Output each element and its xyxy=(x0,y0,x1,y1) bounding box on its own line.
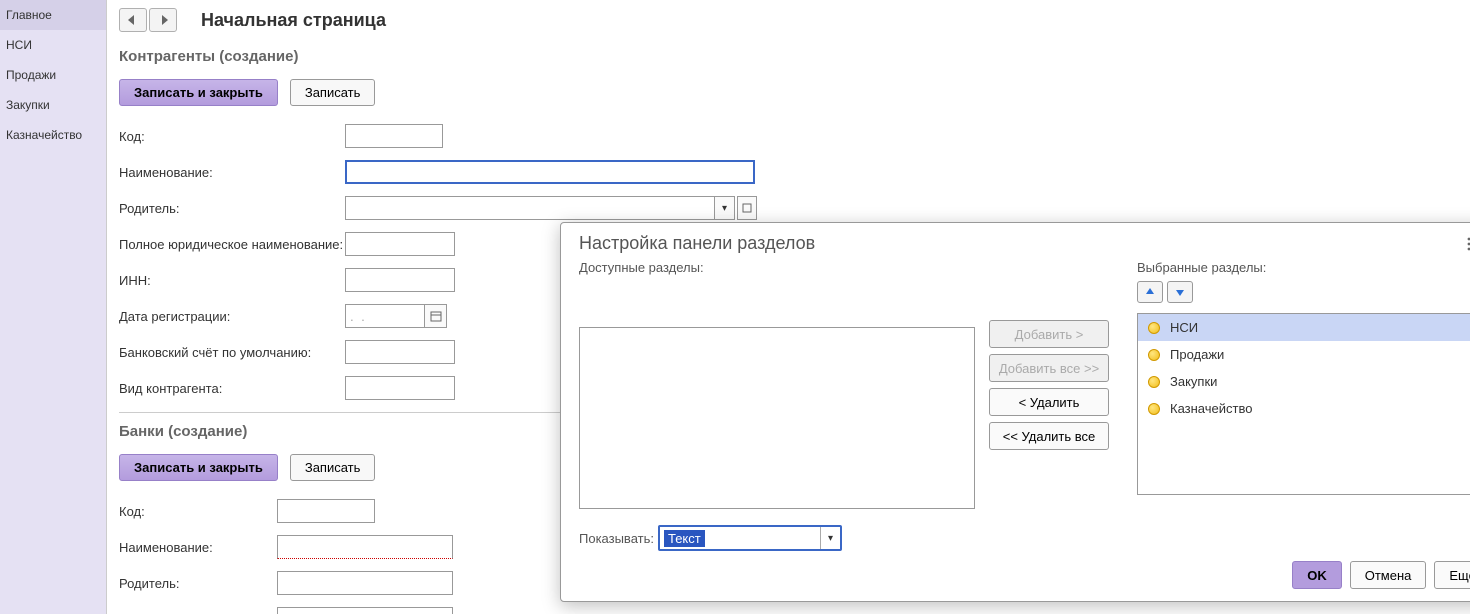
bank-code-input[interactable] xyxy=(277,499,375,523)
label-kind: Вид контрагента: xyxy=(119,381,345,396)
list-item[interactable]: Закупки xyxy=(1138,368,1470,395)
label-fullname: Полное юридическое наименование: xyxy=(119,237,345,252)
label-inn: ИНН: xyxy=(119,273,345,288)
save-button[interactable]: Записать xyxy=(290,79,376,106)
bank-name-input[interactable] xyxy=(277,535,453,559)
move-down-button[interactable] xyxy=(1167,281,1193,303)
label-code: Код: xyxy=(119,129,345,144)
page-title: Начальная страница xyxy=(201,10,386,31)
sidebar-item-sales[interactable]: Продажи xyxy=(0,60,106,90)
label-bank-name: Наименование: xyxy=(119,540,277,555)
available-label: Доступные разделы: xyxy=(579,260,975,275)
list-item-label: НСИ xyxy=(1170,320,1198,335)
available-listbox[interactable] xyxy=(579,327,975,509)
list-item-label: Казначейство xyxy=(1170,401,1252,416)
section-icon xyxy=(1148,349,1160,361)
more-button[interactable]: Еще ▾ xyxy=(1434,561,1470,589)
sidebar-item-purchases[interactable]: Закупки xyxy=(0,90,106,120)
list-item-label: Продажи xyxy=(1170,347,1224,362)
sidebar-item-treasury[interactable]: Казначейство xyxy=(0,120,106,150)
selected-listbox[interactable]: НСИ Продажи Закупки Казначейство xyxy=(1137,313,1470,495)
inn-input[interactable] xyxy=(345,268,455,292)
section-icon xyxy=(1148,322,1160,334)
add-all-button[interactable]: Добавить все >> xyxy=(989,354,1109,382)
parent-dropdown-button[interactable]: ▾ xyxy=(715,196,735,220)
sidebar-item-main[interactable]: Главное xyxy=(0,0,106,30)
label-name: Наименование: xyxy=(119,165,345,180)
nav-back-button[interactable] xyxy=(119,8,147,32)
main-area: Начальная страница Контрагенты (создание… xyxy=(107,0,1470,614)
ok-button[interactable]: OK xyxy=(1292,561,1342,589)
sections-dialog: Настройка панели разделов Доступные разд… xyxy=(560,222,1470,602)
dialog-more-icon[interactable] xyxy=(1459,234,1470,254)
label-bank-parent: Родитель: xyxy=(119,576,277,591)
banks-save-button[interactable]: Записать xyxy=(290,454,376,481)
sidebar-item-nsi[interactable]: НСИ xyxy=(0,30,106,60)
show-dropdown-button[interactable]: ▾ xyxy=(820,527,840,549)
list-item[interactable]: Продажи xyxy=(1138,341,1470,368)
parent-input[interactable] xyxy=(345,196,715,220)
label-bank: Банковский счёт по умолчанию: xyxy=(119,345,345,360)
selected-label: Выбранные разделы: xyxy=(1137,260,1470,275)
dialog-title: Настройка панели разделов xyxy=(579,233,1451,254)
sidebar: Главное НСИ Продажи Закупки Казначейство xyxy=(0,0,107,614)
section-icon xyxy=(1148,403,1160,415)
label-parent: Родитель: xyxy=(119,201,345,216)
show-label: Показывать: xyxy=(579,531,654,546)
label-regdate: Дата регистрации: xyxy=(119,309,345,324)
banks-save-close-button[interactable]: Записать и закрыть xyxy=(119,454,278,481)
fullname-input[interactable] xyxy=(345,232,455,256)
show-selector-value: Текст xyxy=(664,530,705,547)
regdate-input[interactable] xyxy=(345,304,425,328)
name-input[interactable] xyxy=(345,160,755,184)
cancel-button[interactable]: Отмена xyxy=(1350,561,1427,589)
section-contragents-title: Контрагенты (создание) xyxy=(119,48,1458,65)
move-up-button[interactable] xyxy=(1137,281,1163,303)
label-bank-code: Код: xyxy=(119,504,277,519)
show-selector[interactable]: Текст ▾ xyxy=(658,525,842,551)
save-close-button[interactable]: Записать и закрыть xyxy=(119,79,278,106)
section-icon xyxy=(1148,376,1160,388)
bank-parent-input[interactable] xyxy=(277,571,453,595)
calendar-button[interactable] xyxy=(425,304,447,328)
bank-input[interactable] xyxy=(345,340,455,364)
kind-input[interactable] xyxy=(345,376,455,400)
remove-all-button[interactable]: << Удалить все xyxy=(989,422,1109,450)
list-item[interactable]: НСИ xyxy=(1138,314,1470,341)
list-item-label: Закупки xyxy=(1170,374,1217,389)
add-button[interactable]: Добавить > xyxy=(989,320,1109,348)
remove-button[interactable]: < Удалить xyxy=(989,388,1109,416)
bank-corr-input[interactable] xyxy=(277,607,453,614)
code-input[interactable] xyxy=(345,124,443,148)
list-item[interactable]: Казначейство xyxy=(1138,395,1470,422)
parent-open-button[interactable] xyxy=(737,196,757,220)
nav-forward-button[interactable] xyxy=(149,8,177,32)
